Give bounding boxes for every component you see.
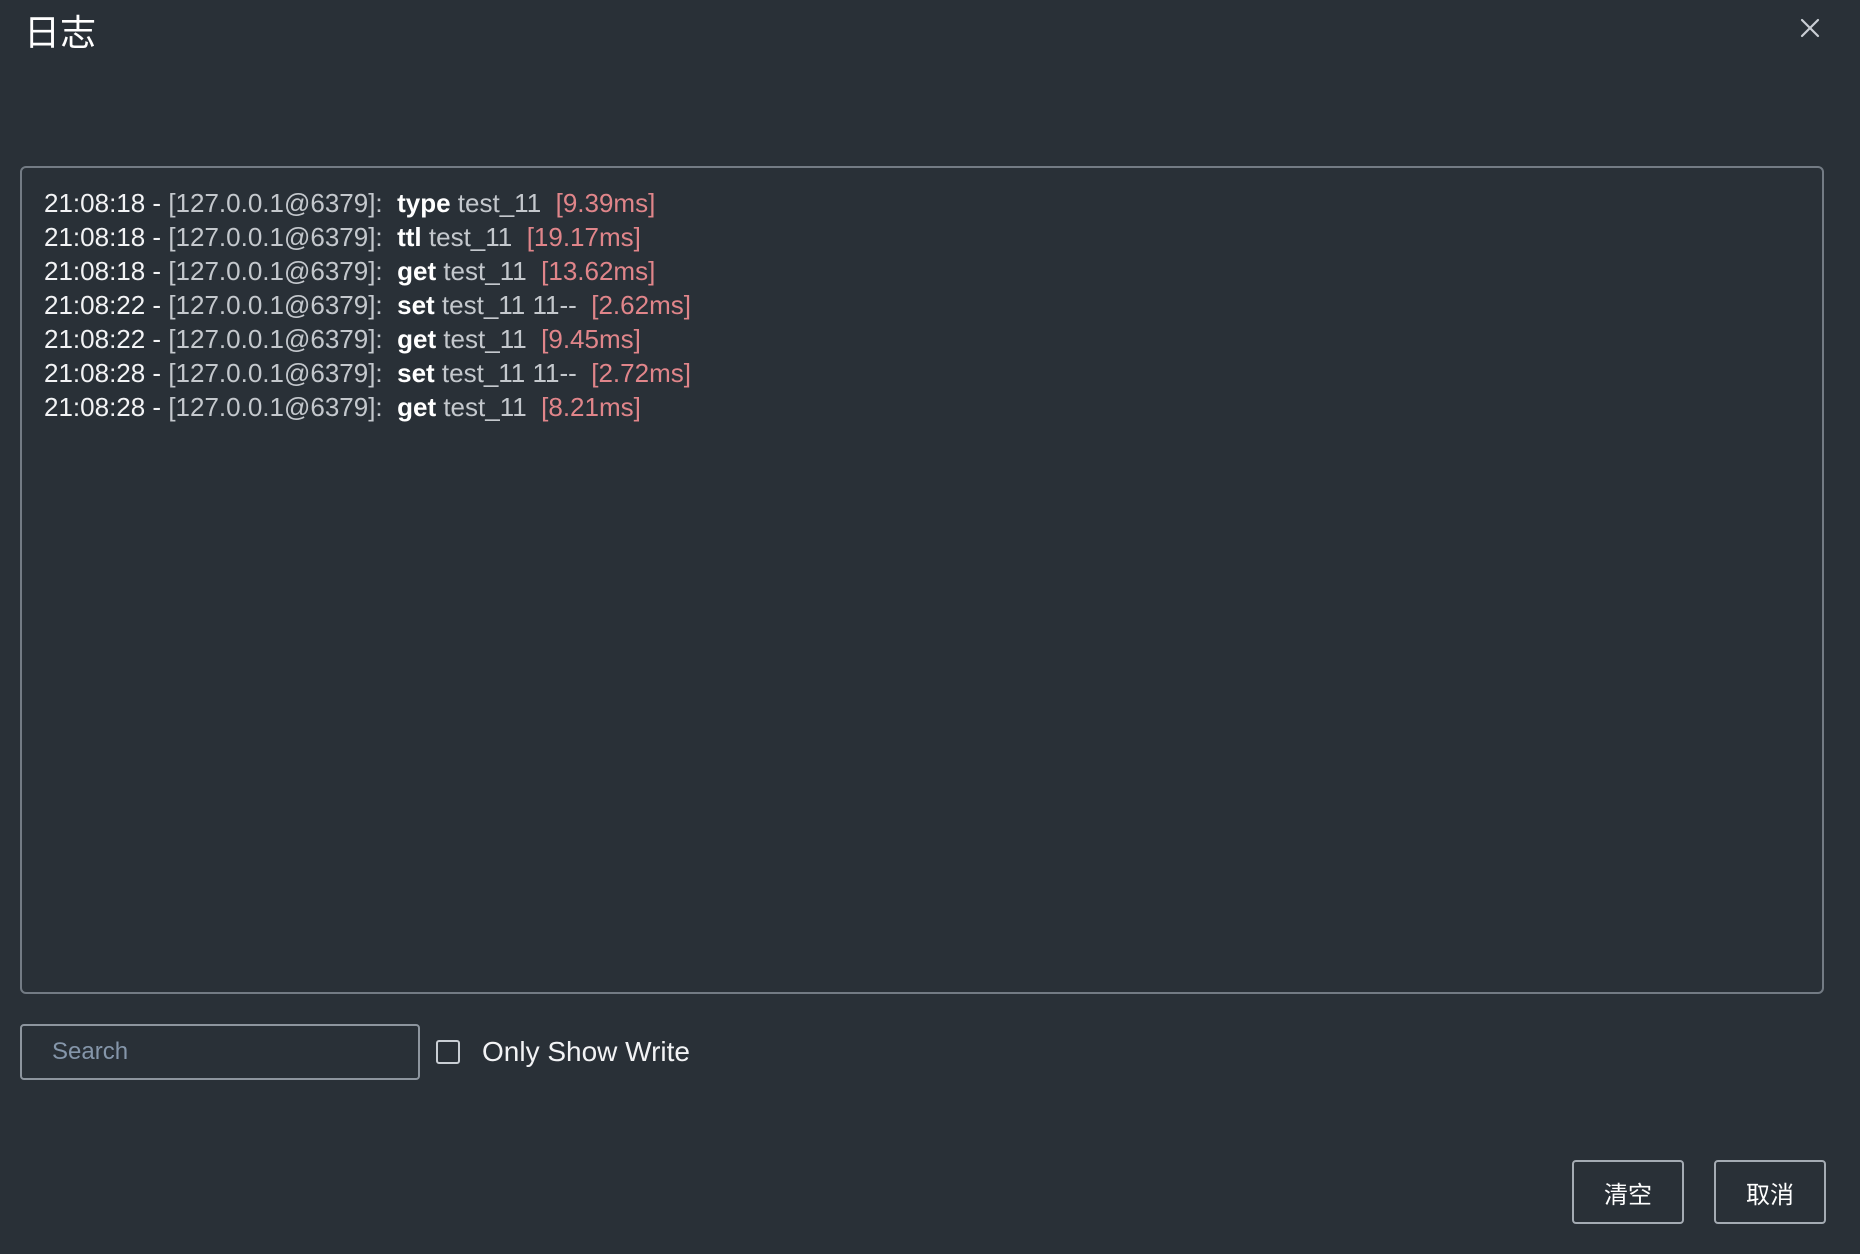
log-entry: 21:08:18 - [127.0.0.1@6379]: type test_1…: [44, 186, 1822, 220]
log-host: [127.0.0.1@6379]:: [168, 324, 398, 354]
log-args: test_11 11--: [434, 358, 592, 388]
log-duration: [9.45ms]: [541, 324, 641, 354]
log-duration: [2.72ms]: [591, 358, 691, 388]
log-entry: 21:08:28 - [127.0.0.1@6379]: set test_11…: [44, 356, 1822, 390]
close-icon: [1800, 18, 1820, 38]
log-time: 21:08:18 -: [44, 188, 169, 218]
log-args: test_11: [436, 392, 542, 422]
log-duration: [13.62ms]: [541, 256, 656, 286]
log-command: type: [397, 188, 451, 218]
log-panel[interactable]: 21:08:18 - [127.0.0.1@6379]: type test_1…: [20, 166, 1824, 994]
cancel-button[interactable]: 取消: [1714, 1160, 1826, 1224]
log-duration: [9.39ms]: [555, 188, 656, 218]
log-time: 21:08:28 -: [44, 392, 169, 422]
log-command: ttl: [397, 222, 422, 252]
log-args: test_11: [450, 188, 556, 218]
log-duration: [8.21ms]: [541, 392, 641, 422]
log-time: 21:08:28 -: [44, 358, 169, 388]
log-host: [127.0.0.1@6379]:: [168, 358, 398, 388]
dialog-title: 日志: [24, 13, 97, 54]
log-time: 21:08:18 -: [44, 222, 169, 252]
log-time: 21:08:22 -: [44, 290, 169, 320]
log-args: test_11: [436, 256, 542, 286]
log-args: test_11 11--: [434, 290, 592, 320]
search-input[interactable]: [20, 1024, 420, 1080]
log-host: [127.0.0.1@6379]:: [168, 188, 398, 218]
only-show-write-toggle[interactable]: Only Show Write: [436, 1032, 690, 1072]
only-show-write-label: Only Show Write: [482, 1036, 690, 1067]
log-duration: [2.62ms]: [591, 290, 691, 320]
log-command: set: [397, 290, 435, 320]
log-duration: [19.17ms]: [526, 222, 641, 252]
log-host: [127.0.0.1@6379]:: [168, 392, 398, 422]
log-command: get: [397, 256, 437, 286]
log-args: test_11: [421, 222, 527, 252]
log-host: [127.0.0.1@6379]:: [168, 222, 398, 252]
log-command: get: [397, 392, 437, 422]
log-command: set: [397, 358, 435, 388]
log-host: [127.0.0.1@6379]:: [168, 256, 398, 286]
log-time: 21:08:18 -: [44, 256, 169, 286]
log-args: test_11: [436, 324, 542, 354]
log-command: get: [397, 324, 437, 354]
log-host: [127.0.0.1@6379]:: [168, 290, 398, 320]
close-button[interactable]: [1792, 10, 1828, 46]
log-entry: 21:08:18 - [127.0.0.1@6379]: get test_11…: [44, 254, 1822, 288]
log-time: 21:08:22 -: [44, 324, 169, 354]
log-entry: 21:08:18 - [127.0.0.1@6379]: ttl test_11…: [44, 220, 1822, 254]
clear-button[interactable]: 清空: [1572, 1160, 1684, 1224]
log-entry: 21:08:22 - [127.0.0.1@6379]: set test_11…: [44, 288, 1822, 322]
log-entry: 21:08:28 - [127.0.0.1@6379]: get test_11…: [44, 390, 1822, 424]
log-entry: 21:08:22 - [127.0.0.1@6379]: get test_11…: [44, 322, 1822, 356]
only-show-write-checkbox[interactable]: [436, 1040, 460, 1064]
